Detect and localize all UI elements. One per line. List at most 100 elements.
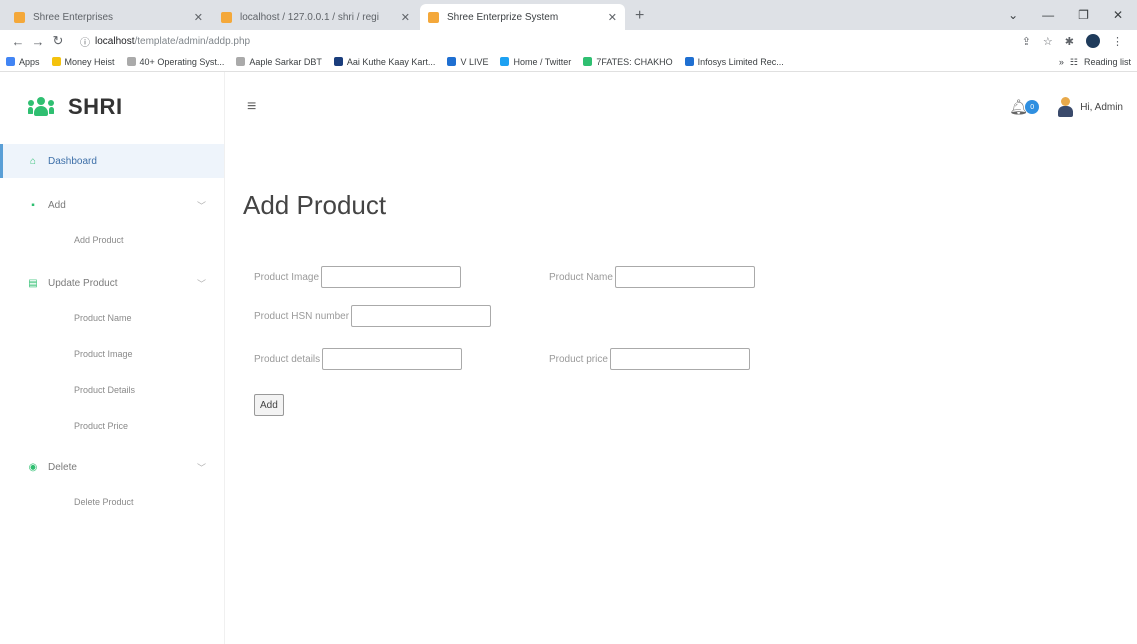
site-icon — [684, 57, 694, 66]
bookmark-item[interactable]: Home / Twitter — [500, 57, 571, 67]
sidebar-item-dashboard[interactable]: ⌂ Dashboard — [0, 144, 224, 178]
close-icon[interactable]: ✕ — [608, 11, 617, 24]
browser-tab-1[interactable]: Shree Enterprises ✕ — [6, 4, 211, 30]
bookmark-label: Home / Twitter — [513, 56, 572, 67]
sidebar-subitem-product-price[interactable]: Product Price — [0, 408, 224, 444]
product-details-label: Product details — [254, 353, 321, 365]
back-icon[interactable]: ← — [8, 34, 28, 49]
window-controls: ⌄ — ❐ ✕ — [1008, 0, 1137, 30]
sidebar-item-add[interactable]: ▪ Add ﹀ — [0, 188, 224, 222]
bookmark-apps[interactable]: Apps — [6, 57, 40, 67]
product-name-label: Product Name — [549, 271, 613, 283]
share-icon[interactable]: ⇪ — [1022, 35, 1031, 48]
product-name-input[interactable] — [614, 266, 755, 288]
menu-dots-icon[interactable]: ⋮ — [1112, 35, 1123, 48]
minimize-icon[interactable]: — — [1042, 8, 1054, 22]
window-close-icon[interactable]: ✕ — [1113, 8, 1123, 22]
bookmark-item[interactable]: V LIVE — [447, 57, 488, 67]
topbar: ≡ 🔔︎ 0 Hi, Admin — [225, 72, 1137, 142]
tab-favicon-icon — [221, 11, 232, 23]
twitter-icon — [500, 57, 510, 66]
product-hsn-field: Product HSN number — [254, 305, 492, 327]
chevron-down-icon[interactable]: » — [1059, 57, 1064, 67]
sidebar-item-delete[interactable]: ◉ Delete ﹀ — [0, 450, 224, 484]
bookmark-label: Aaple Sarkar DBT — [249, 56, 322, 67]
reload-icon[interactable]: ↻ — [48, 33, 68, 49]
chevron-down-icon: ﹀ — [196, 200, 206, 211]
tab-title: Shree Enterprises — [33, 11, 114, 23]
eye-icon: ◉ — [28, 461, 38, 473]
site-icon — [333, 57, 343, 66]
product-hsn-label: Product HSN number — [254, 310, 350, 322]
browser-tab-2[interactable]: localhost / 127.0.0.1 / shri / regi ✕ — [213, 4, 418, 30]
sidebar-subitem-add-product[interactable]: Add Product — [0, 222, 224, 258]
url-path: /template/admin/addp.php — [134, 35, 251, 47]
bookmark-item[interactable]: Aai Kuthe Kaay Kart... — [333, 56, 436, 67]
address-bar: ← → ↻ ⓘ localhost/template/admin/addp.ph… — [0, 30, 1137, 52]
reading-list-icon: ☷ — [1069, 56, 1078, 67]
product-image-input[interactable] — [321, 266, 462, 288]
bookmark-label: Apps — [19, 56, 40, 67]
bookmark-label: 40+ Operating Syst... — [139, 56, 225, 67]
product-hsn-input[interactable] — [351, 305, 492, 327]
product-price-input[interactable] — [609, 348, 750, 370]
hamburger-menu-icon[interactable]: ≡ — [247, 98, 256, 116]
product-details-field: Product details — [254, 348, 463, 370]
chevron-down-icon: ﹀ — [196, 462, 206, 473]
close-icon[interactable]: ✕ — [194, 11, 203, 24]
brand-name: SHRI — [68, 94, 123, 119]
sidebar-item-update-product[interactable]: ▤ Update Product ﹀ — [0, 266, 224, 300]
extensions-icon[interactable]: ✱ — [1065, 35, 1074, 48]
bookmark-item[interactable]: 40+ Operating Syst... — [126, 56, 225, 67]
avatar[interactable] — [1057, 97, 1074, 117]
product-name-field: Product Name — [549, 266, 755, 288]
sidebar-subitem-product-name[interactable]: Product Name — [0, 300, 224, 336]
brand[interactable]: SHRI — [0, 72, 224, 142]
sidebar-subitem-product-details[interactable]: Product Details — [0, 372, 224, 408]
reading-list-label: Reading list — [1083, 57, 1131, 67]
forward-icon[interactable]: → — [28, 34, 48, 49]
topbar-right: 🔔︎ 0 Hi, Admin — [1009, 72, 1123, 142]
site-icon — [126, 57, 136, 66]
main-content: Add Product Product Image Product Name P… — [225, 142, 1137, 644]
product-details-input[interactable] — [322, 348, 463, 370]
bookmark-label: 7FATES: CHAKHO — [596, 56, 673, 67]
sidebar-item-label: Update Product — [48, 277, 118, 289]
user-menu[interactable]: Hi, Admin — [1080, 102, 1123, 113]
browser-tab-bar: Shree Enterprises ✕ localhost / 127.0.0.… — [0, 0, 1137, 30]
bookmark-label: Aai Kuthe Kaay Kart... — [346, 56, 436, 67]
reading-list[interactable]: » ☷ Reading list — [1059, 52, 1131, 71]
new-tab-icon[interactable]: + — [635, 7, 644, 25]
tab-title: Shree Enterprize System — [447, 11, 559, 23]
url-host: localhost — [95, 35, 135, 47]
tab-favicon-icon — [14, 11, 25, 23]
restore-icon[interactable]: ❐ — [1078, 8, 1089, 22]
browser-tab-3[interactable]: Shree Enterprize System ✕ — [420, 4, 625, 30]
bell-icon[interactable]: 🔔︎ — [1009, 98, 1028, 116]
page-title: Add Product — [243, 190, 387, 220]
sidebar-subitem-product-image[interactable]: Product Image — [0, 336, 224, 372]
tab-search-icon[interactable]: ⌄ — [1008, 8, 1018, 22]
users-group-icon — [28, 97, 54, 117]
info-icon[interactable]: ⓘ — [80, 34, 90, 49]
star-icon[interactable]: ☆ — [1043, 35, 1053, 48]
site-icon — [236, 57, 246, 66]
sidebar-item-label: Delete — [48, 461, 77, 473]
tab-favicon-icon — [428, 11, 439, 23]
bookmark-label: V LIVE — [460, 56, 489, 67]
url-input[interactable]: ⓘ localhost/template/admin/addp.php — [74, 32, 1022, 50]
add-button[interactable]: Add — [254, 394, 284, 416]
close-icon[interactable]: ✕ — [401, 11, 410, 24]
toolbar-icons: ⇪ ☆ ✱ ⋮ — [1022, 34, 1129, 48]
bookmark-item[interactable]: Infosys Limited Rec... — [684, 56, 784, 67]
profile-avatar-icon[interactable] — [1086, 34, 1100, 48]
apps-grid-icon — [6, 57, 15, 66]
bookmark-item[interactable]: Money Heist — [51, 57, 115, 67]
sidebar-item-label: Dashboard — [48, 155, 97, 167]
bookmark-item[interactable]: Aaple Sarkar DBT — [236, 57, 322, 67]
bookmark-item[interactable]: 7FATES: CHAKHO — [583, 56, 673, 67]
bookmark-label: Infosys Limited Rec... — [697, 56, 784, 67]
folder-icon — [51, 57, 61, 66]
sidebar-subitem-delete-product[interactable]: Delete Product — [0, 484, 224, 520]
bookmarks-bar: Apps Money Heist 40+ Operating Syst... A… — [0, 52, 1137, 72]
